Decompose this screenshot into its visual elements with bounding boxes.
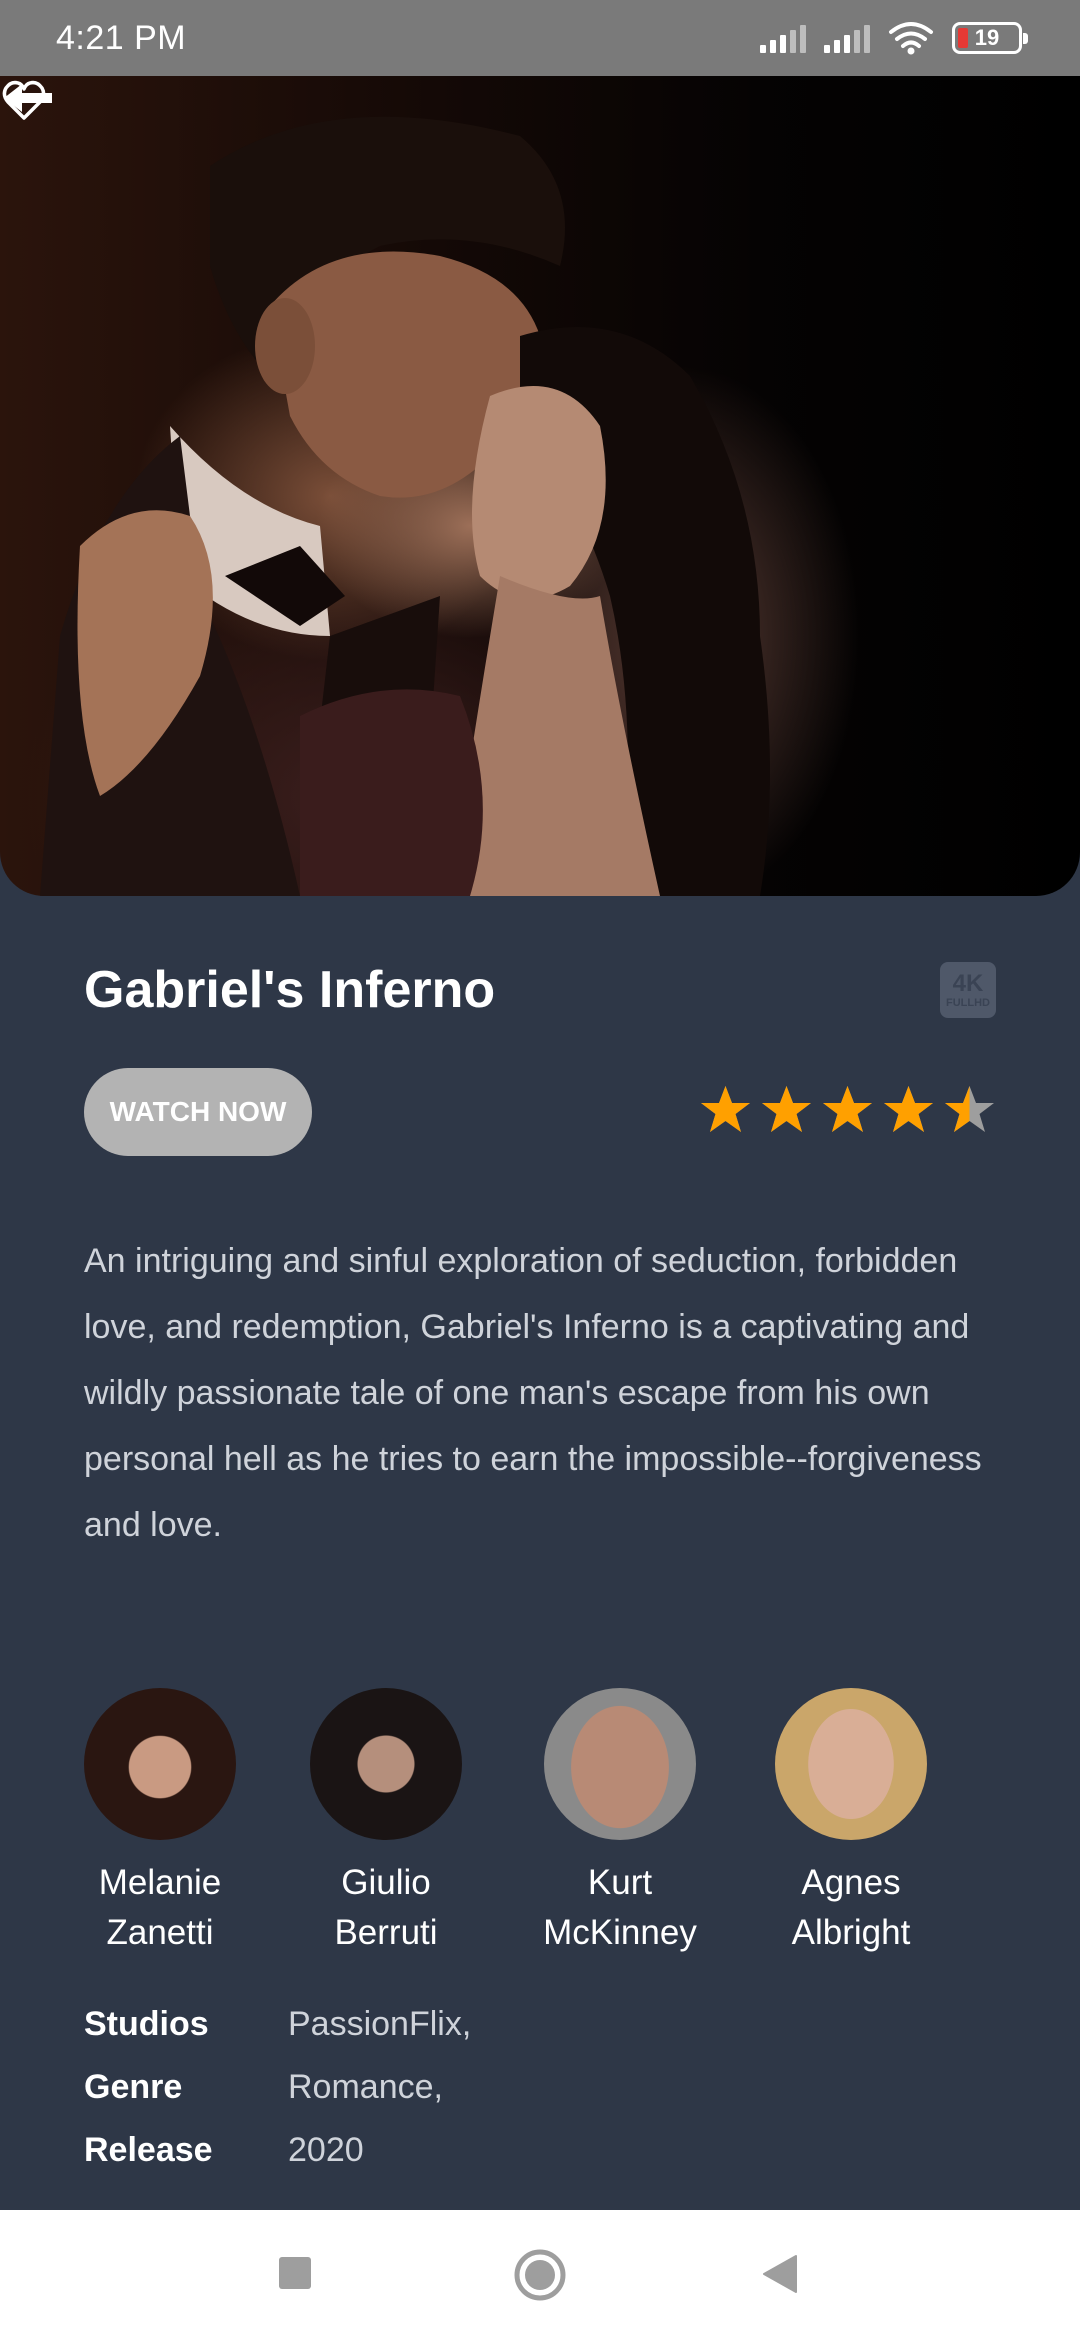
cast-last-name: Zanetti [106,1913,214,1952]
star-full-icon [762,1086,811,1132]
cast-first-name: Melanie [98,1863,222,1902]
cast-last-name: Albright [791,1913,911,1952]
status-icons: 19 [760,21,1028,55]
info-value: PassionFlix, [288,2005,472,2043]
avatar[interactable] [310,1688,462,1840]
cast-member[interactable]: Kurt McKinney [510,1688,730,1958]
heart-outline-icon[interactable] [0,76,48,124]
system-nav-bar [0,2210,1080,2340]
avatar[interactable] [84,1688,236,1840]
cast-list: Melanie Zanetti Giulio Berruti Kurt McKi… [0,1688,1080,1958]
star-rating [699,1084,996,1137]
star-full-icon [884,1086,933,1132]
status-time: 4:21 PM [56,18,187,57]
star-full-icon [823,1086,872,1132]
info-row-release: Release 2020 [84,2119,471,2182]
watch-now-button[interactable]: WATCH NOW [84,1068,312,1156]
star-full-icon [701,1086,750,1132]
cast-last-name: McKinney [543,1913,697,1952]
movie-poster [0,76,1080,896]
cast-first-name: Kurt [587,1863,653,1902]
info-row-studios: Studios PassionFlix, [84,1993,471,2056]
star-half-icon [945,1086,994,1132]
avatar[interactable] [775,1688,927,1840]
quality-badge-top: 4K [952,969,984,997]
wifi-icon [889,22,933,55]
info-row-genre: Genre Romance, [84,2056,471,2119]
info-label: Genre [84,2068,183,2106]
movie-title: Gabriel's Inferno [84,961,496,1019]
battery-level: 19 [974,25,1000,50]
battery-icon: 19 [952,22,1028,54]
cast-first-name: Giulio [341,1863,431,1902]
cast-member[interactable]: Giulio Berruti [276,1688,496,1958]
movie-description: An intriguing and sinful exploration of … [84,1242,982,1544]
back-icon[interactable] [762,2254,798,2294]
info-value: 2020 [288,2131,364,2169]
info-label: Release [84,2131,213,2169]
recent-apps-icon[interactable] [278,2256,312,2290]
status-bar: 4:21 PM 19 [0,0,1080,76]
quality-badge-bottom: FULLHD [946,996,990,1009]
quality-4k-icon: 4K FULLHD [940,962,996,1018]
poster-image [40,116,770,896]
signal-icon [824,23,870,53]
cast-member[interactable]: Agnes Albright [741,1688,961,1958]
movie-info: Studios PassionFlix, Genre Romance, Rele… [84,1993,471,2182]
info-value: Romance, [288,2068,443,2106]
cast-last-name: Berruti [334,1913,438,1952]
avatar[interactable] [544,1688,696,1840]
cast-first-name: Agnes [801,1863,901,1902]
cast-member[interactable]: Melanie Zanetti [50,1688,270,1958]
home-icon[interactable] [513,2248,567,2302]
signal-icon [760,23,806,53]
info-label: Studios [84,2005,209,2043]
